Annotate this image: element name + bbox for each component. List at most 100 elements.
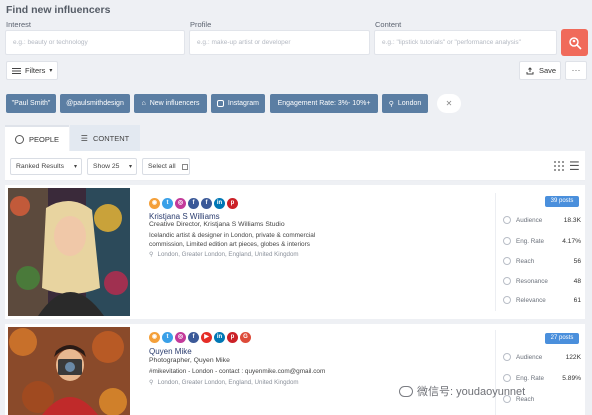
tab-people[interactable]: PEOPLE bbox=[5, 125, 69, 151]
rss-icon[interactable]: ◉ bbox=[149, 198, 160, 209]
facebook-icon[interactable]: f bbox=[188, 332, 199, 343]
social-icons: ◉ t ◎ f f in p bbox=[149, 198, 238, 209]
sort-label: Ranked Results bbox=[16, 163, 64, 170]
influencer-location: ⚲ London, Greater London, England, Unite… bbox=[149, 379, 299, 386]
location-pin-icon: ⚲ bbox=[388, 100, 394, 108]
posts-badge[interactable]: 39 posts bbox=[545, 196, 579, 207]
metric-value: 18.3K bbox=[563, 216, 581, 224]
metric-engagement-rate: Eng. Rate 4.17% bbox=[503, 236, 581, 246]
eye-icon bbox=[503, 216, 511, 224]
metric-label: Resonance bbox=[516, 277, 548, 285]
chip-label: Instagram bbox=[227, 100, 259, 107]
tab-label: PEOPLE bbox=[28, 134, 59, 144]
social-icons: ◉ t ◎ f ▶ in p G bbox=[149, 332, 251, 343]
save-button[interactable]: Save bbox=[519, 61, 561, 80]
metric-audience: Audience 122K bbox=[503, 352, 581, 362]
card-divider bbox=[495, 193, 496, 311]
upload-icon bbox=[526, 66, 534, 74]
checkbox-icon bbox=[181, 163, 188, 170]
location-pin-icon: ⚲ bbox=[149, 379, 154, 386]
pinterest-icon[interactable]: p bbox=[227, 198, 238, 209]
tab-label: CONTENT bbox=[92, 133, 130, 143]
profile-photo[interactable] bbox=[8, 327, 130, 415]
metric-value: 4.17% bbox=[562, 237, 581, 245]
rss-icon[interactable]: ◉ bbox=[149, 332, 160, 343]
search-button[interactable] bbox=[561, 29, 588, 56]
metric-label: Audience bbox=[516, 216, 543, 224]
profile-photo-quyen bbox=[8, 327, 130, 415]
metric-resonance: Resonance 48 bbox=[503, 276, 581, 286]
facebook-icon[interactable]: f bbox=[188, 198, 199, 209]
influencer-bio: Icelandic artist & designer in London, p… bbox=[149, 232, 316, 248]
list-icon: ☰ bbox=[80, 133, 88, 143]
google-plus-icon[interactable]: G bbox=[240, 332, 251, 343]
influencer-location: ⚲ London, Greater London, England, Unite… bbox=[149, 251, 299, 258]
filter-chip-location[interactable]: ⚲ London bbox=[382, 94, 428, 113]
content-input[interactable]: e.g.: "lipstick tutorials" or "performan… bbox=[374, 30, 557, 55]
trend-icon bbox=[503, 374, 511, 382]
filter-chip-handle[interactable]: @paulsmithdesign bbox=[60, 94, 130, 113]
sliders-icon bbox=[12, 67, 21, 74]
metric-label: Eng. Rate bbox=[516, 237, 545, 245]
save-label: Save bbox=[539, 66, 557, 75]
influencer-card[interactable]: ◉ t ◎ f ▶ in p G Quyen Mike Photographer… bbox=[5, 324, 585, 415]
select-all-button[interactable]: Select all bbox=[142, 158, 190, 175]
chip-label: @paulsmithdesign bbox=[66, 100, 124, 107]
page-size-label: Show 25 bbox=[93, 163, 120, 170]
wechat-icon bbox=[399, 385, 413, 397]
location-text: London, Greater London, England, United … bbox=[157, 251, 299, 258]
metric-value: 56 bbox=[573, 257, 581, 265]
metric-value: 61 bbox=[573, 296, 581, 304]
list-view-icon[interactable]: ☰ bbox=[569, 159, 580, 173]
chip-label: Engagement Rate: 3%- 10%+ bbox=[277, 100, 371, 107]
metric-value: 122K bbox=[565, 353, 581, 361]
linkedin-icon[interactable]: in bbox=[214, 332, 225, 343]
filter-chip-instagram[interactable]: Instagram bbox=[211, 94, 265, 113]
tab-content[interactable]: ☰ CONTENT bbox=[70, 125, 140, 151]
instagram-icon bbox=[217, 100, 224, 107]
interest-label: Interest bbox=[6, 20, 32, 29]
instagram-icon[interactable]: ◎ bbox=[175, 198, 186, 209]
linkedin-icon[interactable]: in bbox=[214, 198, 225, 209]
clear-filters-button[interactable]: ✕ bbox=[437, 94, 461, 113]
instagram-icon[interactable]: ◎ bbox=[175, 332, 186, 343]
content-label: Content bbox=[375, 20, 402, 29]
metric-audience: Audience 18.3K bbox=[503, 215, 581, 225]
search-person-icon bbox=[568, 36, 582, 50]
influencer-card[interactable]: ◉ t ◎ f f in p Kristjana S Williams Crea… bbox=[5, 185, 585, 319]
influencer-name[interactable]: Quyen Mike bbox=[149, 347, 192, 356]
home-icon: ⌂ bbox=[141, 100, 146, 107]
profile-input[interactable]: e.g.: make-up artist or developer bbox=[189, 30, 370, 55]
metric-engagement-rate: Eng. Rate 5.89% bbox=[503, 373, 581, 383]
eye-icon bbox=[503, 353, 511, 361]
page-title: Find new influencers bbox=[6, 4, 111, 16]
chip-label: "Paul Smith" bbox=[11, 100, 51, 107]
location-text: London, Greater London, England, United … bbox=[157, 379, 299, 386]
twitter-icon[interactable]: t bbox=[162, 332, 173, 343]
filter-chip-engagement-rate[interactable]: Engagement Rate: 3%- 10%+ bbox=[270, 94, 378, 113]
select-all-label: Select all bbox=[148, 163, 176, 170]
metric-value: 5.89% bbox=[562, 374, 581, 382]
grid-view-icon[interactable] bbox=[554, 161, 564, 171]
profile-photo[interactable] bbox=[8, 188, 130, 316]
metric-reach: Reach 56 bbox=[503, 256, 581, 266]
resonance-icon bbox=[503, 277, 511, 285]
filter-chip-name[interactable]: "Paul Smith" bbox=[6, 94, 56, 113]
page-size-dropdown[interactable]: Show 25 ▾ bbox=[87, 158, 137, 175]
sort-dropdown[interactable]: Ranked Results ▾ bbox=[10, 158, 82, 175]
more-options-button[interactable]: ··· bbox=[565, 61, 587, 80]
filter-chip-new-influencers[interactable]: ⌂ New influencers bbox=[134, 94, 207, 113]
youtube-icon[interactable]: ▶ bbox=[201, 332, 212, 343]
person-icon bbox=[14, 134, 24, 144]
posts-badge[interactable]: 27 posts bbox=[545, 333, 579, 344]
reach-icon bbox=[503, 257, 511, 265]
influencer-name[interactable]: Kristjana S Williams bbox=[149, 212, 220, 221]
interest-input[interactable]: e.g.: beauty or technology bbox=[5, 30, 185, 55]
chevron-down-icon: ▾ bbox=[49, 68, 53, 74]
filters-button[interactable]: Filters ▾ bbox=[6, 61, 58, 80]
filters-label: Filters bbox=[25, 66, 46, 75]
facebook-icon[interactable]: f bbox=[201, 198, 212, 209]
twitter-icon[interactable]: t bbox=[162, 198, 173, 209]
pinterest-icon[interactable]: p bbox=[227, 332, 238, 343]
metric-value: 48 bbox=[573, 277, 581, 285]
